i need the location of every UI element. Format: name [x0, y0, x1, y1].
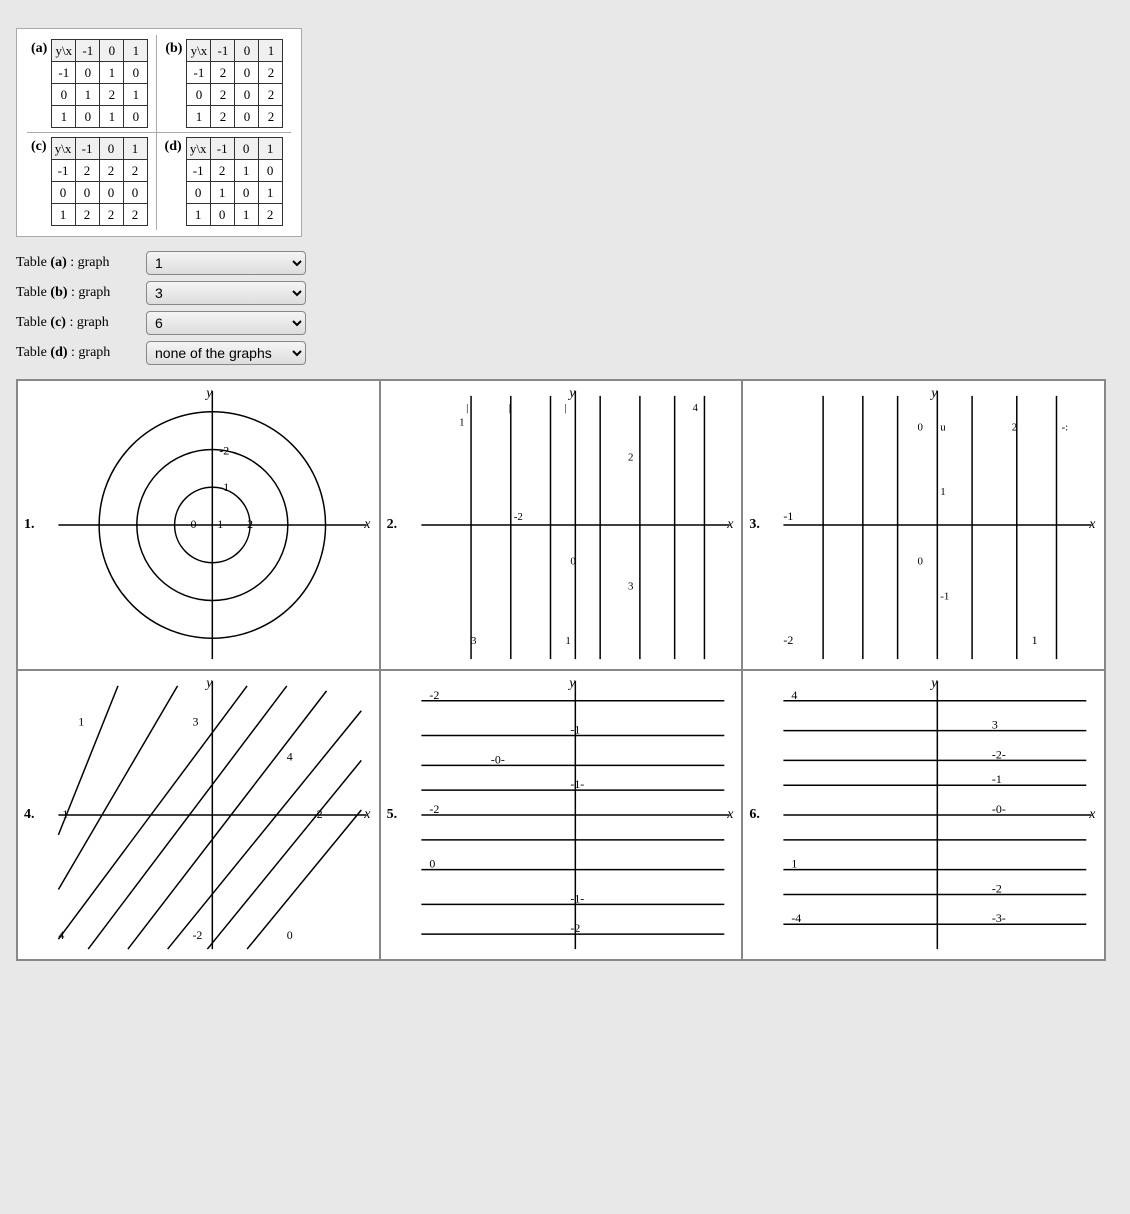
svg-text:1: 1 — [792, 857, 798, 871]
svg-text:-0-: -0- — [491, 752, 505, 766]
selector-row-a: Table (a) : graph 1 2 3 4 5 6 none of th… — [16, 251, 1114, 275]
svg-text:0: 0 — [287, 928, 293, 942]
graph-6-number: 6. — [749, 807, 760, 823]
selector-b[interactable]: 1 2 3 4 5 6 none of the graphs — [146, 281, 306, 305]
graph-3: 3. y x -1 0 u 2 -: 1 — [742, 380, 1105, 670]
svg-text:-2-: -2- — [992, 747, 1006, 761]
svg-text:1: 1 — [941, 486, 946, 498]
svg-text:-2: -2 — [429, 688, 439, 702]
svg-text:3: 3 — [628, 581, 634, 593]
svg-text:2: 2 — [1012, 422, 1017, 434]
table-d: y\x-101 -1210 0101 1012 — [186, 137, 283, 226]
svg-text:-2: -2 — [992, 881, 1002, 895]
svg-text:|: | — [564, 402, 566, 414]
svg-text:3: 3 — [471, 635, 477, 647]
svg-text:|: | — [508, 402, 510, 414]
selector-d[interactable]: 1 2 3 4 5 6 none of the graphs — [146, 341, 306, 365]
graph-4-number: 4. — [24, 807, 35, 823]
svg-text:-2: -2 — [513, 511, 522, 523]
selector-label-c: Table (c) : graph — [16, 315, 146, 331]
svg-text:-1: -1 — [992, 772, 1002, 786]
svg-text:|: | — [466, 402, 468, 414]
svg-text:1: 1 — [565, 635, 570, 647]
graphs-grid: 1. y x -1 -2 2 1 0 — [16, 379, 1106, 961]
svg-text:1: 1 — [1032, 633, 1038, 647]
svg-text:-1-: -1- — [570, 891, 584, 905]
graph-5-number: 5. — [387, 807, 398, 823]
svg-text:0: 0 — [918, 556, 924, 568]
svg-text:-2: -2 — [570, 921, 580, 935]
svg-text:-3-: -3- — [992, 911, 1006, 925]
graph-2: 2. y x | 1 | | 4 — [380, 380, 743, 670]
table-a: y\x-101 -1010 0121 1010 — [51, 39, 148, 128]
svg-text:1: 1 — [78, 715, 84, 729]
graph-6: 6. y x 4 3 -2- -1 — [742, 670, 1105, 960]
graph-2-number: 2. — [387, 517, 398, 533]
svg-text:2: 2 — [628, 451, 633, 463]
svg-text:-4: -4 — [792, 911, 802, 925]
table-d-label: (d) — [165, 139, 182, 155]
graph-3-number: 3. — [749, 517, 760, 533]
svg-text:2: 2 — [247, 517, 253, 531]
selector-row-c: Table (c) : graph 1 2 3 4 5 6 none of th… — [16, 311, 1114, 335]
svg-text:-1: -1 — [58, 807, 68, 821]
svg-text:-1: -1 — [219, 480, 229, 494]
selector-label-a: Table (a) : graph — [16, 255, 146, 271]
selector-row-b: Table (b) : graph 1 2 3 4 5 6 none of th… — [16, 281, 1114, 305]
svg-text:3: 3 — [192, 715, 198, 729]
svg-text:0: 0 — [570, 556, 576, 568]
table-c-label: (c) — [31, 139, 47, 155]
svg-text:-1: -1 — [570, 723, 580, 737]
svg-text:4: 4 — [692, 402, 698, 414]
svg-text:1: 1 — [217, 517, 223, 531]
graph-1-number: 1. — [24, 517, 35, 533]
selector-a[interactable]: 1 2 3 4 5 6 none of the graphs — [146, 251, 306, 275]
graph-1: 1. y x -1 -2 2 1 0 — [17, 380, 380, 670]
graph-4: 4. y x 1 3 4 2 — [17, 670, 380, 960]
table-b-label: (b) — [165, 41, 182, 57]
svg-text:-1: -1 — [784, 509, 794, 523]
selector-c[interactable]: 1 2 3 4 5 6 none of the graphs — [146, 311, 306, 335]
svg-text:3: 3 — [992, 718, 998, 732]
svg-text:0: 0 — [918, 422, 924, 434]
svg-text:0: 0 — [429, 857, 435, 871]
selector-label-d: Table (d) : graph — [16, 345, 146, 361]
table-b: y\x-101 -1202 0202 1202 — [186, 39, 283, 128]
svg-text:-2: -2 — [192, 928, 202, 942]
svg-text:-1: -1 — [941, 590, 950, 602]
selector-row-d: Table (d) : graph 1 2 3 4 5 6 none of th… — [16, 341, 1114, 365]
svg-text:1: 1 — [459, 417, 464, 429]
selectors-section: Table (a) : graph 1 2 3 4 5 6 none of th… — [16, 251, 1114, 365]
table-a-label: (a) — [31, 41, 47, 57]
selector-label-b: Table (b) : graph — [16, 285, 146, 301]
svg-text:4: 4 — [287, 749, 293, 763]
graph-5: 5. y x -2 -1 -0- -1- — [380, 670, 743, 960]
svg-text:2: 2 — [317, 807, 323, 821]
table-c: y\x-101 -1222 0000 1222 — [51, 137, 148, 226]
svg-text:-0-: -0- — [992, 802, 1006, 816]
svg-text:-:: -: — [1062, 422, 1069, 434]
svg-text:4: 4 — [792, 688, 798, 702]
svg-text:-2: -2 — [429, 802, 439, 816]
svg-text:-2: -2 — [219, 443, 229, 457]
svg-text:-1-: -1- — [570, 777, 584, 791]
svg-text:0: 0 — [190, 517, 196, 531]
svg-text:-2: -2 — [784, 633, 794, 647]
svg-text:u: u — [941, 422, 947, 434]
svg-text:4: 4 — [58, 928, 64, 942]
